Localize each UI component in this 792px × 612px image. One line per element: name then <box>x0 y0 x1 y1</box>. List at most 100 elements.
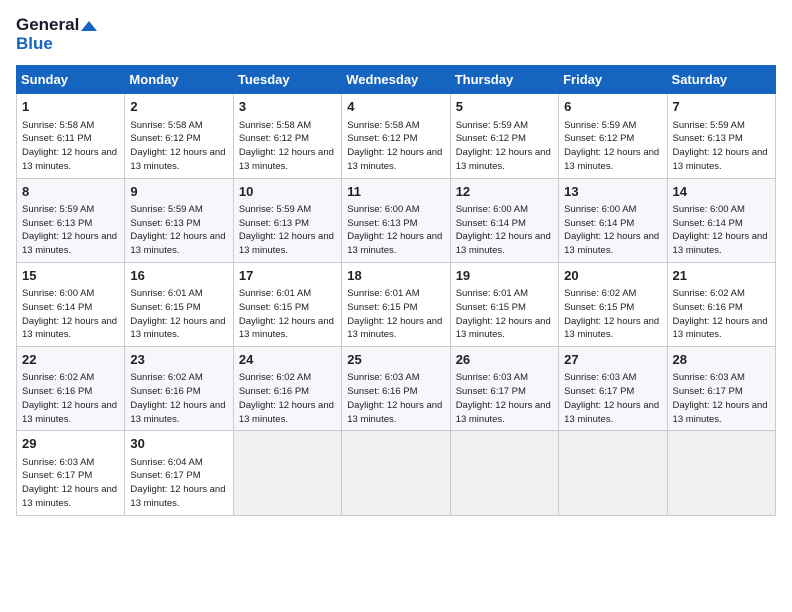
col-saturday: Saturday <box>667 66 775 94</box>
day-number: 18 <box>347 267 444 285</box>
day-info: Sunrise: 6:01 AM Sunset: 6:15 PM Dayligh… <box>456 287 553 342</box>
day-info: Sunrise: 6:03 AM Sunset: 6:17 PM Dayligh… <box>456 371 553 426</box>
day-number: 16 <box>130 267 227 285</box>
day-info: Sunrise: 5:59 AM Sunset: 6:13 PM Dayligh… <box>22 203 119 258</box>
day-cell-17: 17 Sunrise: 6:01 AM Sunset: 6:15 PM Dayl… <box>233 262 341 346</box>
day-number: 8 <box>22 183 119 201</box>
day-info: Sunrise: 6:00 AM Sunset: 6:14 PM Dayligh… <box>673 203 770 258</box>
day-cell-30: 30 Sunrise: 6:04 AM Sunset: 6:17 PM Dayl… <box>125 431 233 515</box>
day-cell-28: 28 Sunrise: 6:03 AM Sunset: 6:17 PM Dayl… <box>667 347 775 431</box>
day-number: 25 <box>347 351 444 369</box>
day-cell-1: 1 Sunrise: 5:58 AM Sunset: 6:11 PM Dayli… <box>17 94 125 178</box>
day-cell-24: 24 Sunrise: 6:02 AM Sunset: 6:16 PM Dayl… <box>233 347 341 431</box>
day-number: 27 <box>564 351 661 369</box>
empty-cell <box>667 431 775 515</box>
day-cell-10: 10 Sunrise: 5:59 AM Sunset: 6:13 PM Dayl… <box>233 178 341 262</box>
day-cell-7: 7 Sunrise: 5:59 AM Sunset: 6:13 PM Dayli… <box>667 94 775 178</box>
day-info: Sunrise: 5:59 AM Sunset: 6:13 PM Dayligh… <box>130 203 227 258</box>
day-number: 14 <box>673 183 770 201</box>
day-cell-26: 26 Sunrise: 6:03 AM Sunset: 6:17 PM Dayl… <box>450 347 558 431</box>
day-cell-11: 11 Sunrise: 6:00 AM Sunset: 6:13 PM Dayl… <box>342 178 450 262</box>
day-number: 30 <box>130 435 227 453</box>
day-number: 23 <box>130 351 227 369</box>
day-number: 5 <box>456 98 553 116</box>
day-cell-23: 23 Sunrise: 6:02 AM Sunset: 6:16 PM Dayl… <box>125 347 233 431</box>
day-number: 15 <box>22 267 119 285</box>
day-info: Sunrise: 6:02 AM Sunset: 6:16 PM Dayligh… <box>673 287 770 342</box>
day-number: 2 <box>130 98 227 116</box>
day-cell-14: 14 Sunrise: 6:00 AM Sunset: 6:14 PM Dayl… <box>667 178 775 262</box>
col-sunday: Sunday <box>17 66 125 94</box>
day-info: Sunrise: 6:03 AM Sunset: 6:16 PM Dayligh… <box>347 371 444 426</box>
empty-cell <box>559 431 667 515</box>
day-number: 26 <box>456 351 553 369</box>
day-info: Sunrise: 6:03 AM Sunset: 6:17 PM Dayligh… <box>673 371 770 426</box>
day-info: Sunrise: 6:03 AM Sunset: 6:17 PM Dayligh… <box>564 371 661 426</box>
col-wednesday: Wednesday <box>342 66 450 94</box>
week-row-1: 1 Sunrise: 5:58 AM Sunset: 6:11 PM Dayli… <box>17 94 776 178</box>
day-number: 3 <box>239 98 336 116</box>
day-info: Sunrise: 5:59 AM Sunset: 6:13 PM Dayligh… <box>673 119 770 174</box>
day-info: Sunrise: 5:59 AM Sunset: 6:12 PM Dayligh… <box>564 119 661 174</box>
day-number: 21 <box>673 267 770 285</box>
day-info: Sunrise: 6:00 AM Sunset: 6:14 PM Dayligh… <box>22 287 119 342</box>
day-number: 22 <box>22 351 119 369</box>
day-info: Sunrise: 5:59 AM Sunset: 6:12 PM Dayligh… <box>456 119 553 174</box>
day-cell-5: 5 Sunrise: 5:59 AM Sunset: 6:12 PM Dayli… <box>450 94 558 178</box>
day-info: Sunrise: 6:02 AM Sunset: 6:16 PM Dayligh… <box>239 371 336 426</box>
day-number: 7 <box>673 98 770 116</box>
day-number: 6 <box>564 98 661 116</box>
col-thursday: Thursday <box>450 66 558 94</box>
day-cell-2: 2 Sunrise: 5:58 AM Sunset: 6:12 PM Dayli… <box>125 94 233 178</box>
empty-cell <box>233 431 341 515</box>
day-info: Sunrise: 6:01 AM Sunset: 6:15 PM Dayligh… <box>347 287 444 342</box>
calendar-table: Sunday Monday Tuesday Wednesday Thursday… <box>16 65 776 515</box>
day-number: 10 <box>239 183 336 201</box>
day-cell-19: 19 Sunrise: 6:01 AM Sunset: 6:15 PM Dayl… <box>450 262 558 346</box>
day-number: 24 <box>239 351 336 369</box>
day-info: Sunrise: 5:58 AM Sunset: 6:11 PM Dayligh… <box>22 119 119 174</box>
col-tuesday: Tuesday <box>233 66 341 94</box>
week-row-3: 15 Sunrise: 6:00 AM Sunset: 6:14 PM Dayl… <box>17 262 776 346</box>
day-cell-21: 21 Sunrise: 6:02 AM Sunset: 6:16 PM Dayl… <box>667 262 775 346</box>
col-friday: Friday <box>559 66 667 94</box>
logo-text: General Blue <box>16 16 97 53</box>
week-row-2: 8 Sunrise: 5:59 AM Sunset: 6:13 PM Dayli… <box>17 178 776 262</box>
day-info: Sunrise: 6:00 AM Sunset: 6:14 PM Dayligh… <box>564 203 661 258</box>
day-cell-13: 13 Sunrise: 6:00 AM Sunset: 6:14 PM Dayl… <box>559 178 667 262</box>
day-cell-12: 12 Sunrise: 6:00 AM Sunset: 6:14 PM Dayl… <box>450 178 558 262</box>
day-info: Sunrise: 6:02 AM Sunset: 6:16 PM Dayligh… <box>22 371 119 426</box>
day-cell-4: 4 Sunrise: 5:58 AM Sunset: 6:12 PM Dayli… <box>342 94 450 178</box>
day-number: 20 <box>564 267 661 285</box>
day-info: Sunrise: 5:58 AM Sunset: 6:12 PM Dayligh… <box>130 119 227 174</box>
day-cell-29: 29 Sunrise: 6:03 AM Sunset: 6:17 PM Dayl… <box>17 431 125 515</box>
col-monday: Monday <box>125 66 233 94</box>
week-row-5: 29 Sunrise: 6:03 AM Sunset: 6:17 PM Dayl… <box>17 431 776 515</box>
day-cell-15: 15 Sunrise: 6:00 AM Sunset: 6:14 PM Dayl… <box>17 262 125 346</box>
empty-cell <box>342 431 450 515</box>
day-info: Sunrise: 5:59 AM Sunset: 6:13 PM Dayligh… <box>239 203 336 258</box>
empty-cell <box>450 431 558 515</box>
day-info: Sunrise: 5:58 AM Sunset: 6:12 PM Dayligh… <box>239 119 336 174</box>
day-number: 4 <box>347 98 444 116</box>
day-number: 17 <box>239 267 336 285</box>
day-info: Sunrise: 6:01 AM Sunset: 6:15 PM Dayligh… <box>239 287 336 342</box>
day-cell-6: 6 Sunrise: 5:59 AM Sunset: 6:12 PM Dayli… <box>559 94 667 178</box>
day-cell-16: 16 Sunrise: 6:01 AM Sunset: 6:15 PM Dayl… <box>125 262 233 346</box>
day-number: 11 <box>347 183 444 201</box>
day-number: 12 <box>456 183 553 201</box>
day-info: Sunrise: 6:03 AM Sunset: 6:17 PM Dayligh… <box>22 456 119 511</box>
day-number: 1 <box>22 98 119 116</box>
week-row-4: 22 Sunrise: 6:02 AM Sunset: 6:16 PM Dayl… <box>17 347 776 431</box>
day-cell-3: 3 Sunrise: 5:58 AM Sunset: 6:12 PM Dayli… <box>233 94 341 178</box>
day-info: Sunrise: 5:58 AM Sunset: 6:12 PM Dayligh… <box>347 119 444 174</box>
day-number: 28 <box>673 351 770 369</box>
day-number: 29 <box>22 435 119 453</box>
day-info: Sunrise: 6:00 AM Sunset: 6:14 PM Dayligh… <box>456 203 553 258</box>
day-info: Sunrise: 6:02 AM Sunset: 6:15 PM Dayligh… <box>564 287 661 342</box>
day-cell-22: 22 Sunrise: 6:02 AM Sunset: 6:16 PM Dayl… <box>17 347 125 431</box>
weekday-header-row: Sunday Monday Tuesday Wednesday Thursday… <box>17 66 776 94</box>
page-header: General Blue <box>16 16 776 53</box>
day-info: Sunrise: 6:00 AM Sunset: 6:13 PM Dayligh… <box>347 203 444 258</box>
day-info: Sunrise: 6:01 AM Sunset: 6:15 PM Dayligh… <box>130 287 227 342</box>
